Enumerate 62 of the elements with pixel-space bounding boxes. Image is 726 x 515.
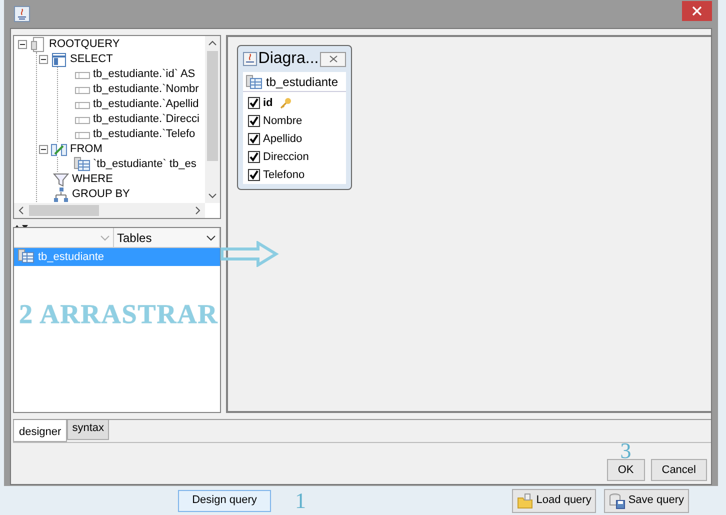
caret-icon: [100, 234, 110, 240]
minus-icon: [40, 56, 47, 63]
step-annotation: 3: [620, 443, 632, 458]
tab[interactable]: syntax: [67, 420, 109, 440]
tree-node[interactable]: SELECT: [70, 51, 113, 68]
column-name: Telefono: [263, 168, 305, 183]
table-icon: [18, 249, 34, 265]
column-name: Nombre: [263, 114, 302, 129]
save-query-button[interactable]: Save query: [604, 488, 689, 512]
table-name: tb_estudiante: [266, 74, 338, 90]
collapse-toggle[interactable]: [39, 55, 48, 64]
table-icon: [74, 156, 90, 172]
key-icon: [280, 97, 292, 109]
ok-button[interactable]: OK: [606, 459, 645, 481]
vertical-scrollbar[interactable]: [205, 36, 220, 203]
tree-node[interactable]: tb_estudiante.`Apellid: [93, 96, 199, 113]
column-name: Apellido: [263, 132, 302, 147]
tree-node[interactable]: tb_estudiante.`Direcci: [93, 111, 200, 128]
tree-node[interactable]: `tb_estudiante` tb_es: [93, 156, 196, 173]
column-name: Direccion: [263, 150, 309, 165]
minus-icon: [19, 41, 26, 48]
tables-dropdown[interactable]: Tables: [114, 228, 220, 247]
drag-annotation: 2 ARRASTRAR: [19, 298, 220, 331]
tree-node[interactable]: ROOTQUERY: [49, 36, 120, 53]
cancel-button[interactable]: Cancel: [650, 459, 707, 481]
arrow-annotation: [220, 241, 280, 267]
app-icon: [14, 6, 30, 22]
collapse-toggle[interactable]: [18, 40, 27, 49]
close-button[interactable]: [682, 1, 712, 21]
caret-icon: [206, 234, 216, 240]
minus-icon: [40, 146, 47, 153]
folder-icon: [517, 492, 534, 508]
tab[interactable]: designer: [13, 420, 68, 442]
checkbox[interactable]: [248, 97, 260, 109]
tree-node[interactable]: tb_estudiante.`Telefo: [93, 126, 196, 143]
tree-node[interactable]: GROUP BY: [72, 186, 130, 203]
table-icon: [246, 74, 262, 88]
list-icon: [51, 52, 67, 68]
horizontal-scrollbar[interactable]: [14, 203, 205, 218]
load-query-button[interactable]: Load query: [512, 488, 596, 512]
collapse-toggle[interactable]: [39, 145, 48, 154]
column-name: id: [263, 96, 273, 111]
close-icon: [328, 55, 338, 63]
join-icon: [51, 142, 67, 158]
checkbox[interactable]: [248, 151, 260, 163]
step-annotation: 1: [295, 493, 306, 508]
app-icon: [243, 52, 257, 66]
tree-node[interactable]: WHERE: [72, 171, 113, 188]
tree-node[interactable]: tb_estudiante.`id` AS: [93, 66, 196, 83]
disk-icon: [609, 492, 626, 508]
diagram-title: Diagra...: [258, 49, 319, 69]
close-button[interactable]: [320, 52, 346, 66]
checkbox[interactable]: [248, 133, 260, 145]
close-icon: [692, 6, 702, 16]
checkbox[interactable]: [248, 115, 260, 127]
tree-node[interactable]: FROM: [70, 141, 102, 158]
checkbox[interactable]: [248, 169, 260, 181]
design-query-button[interactable]: Design query: [178, 490, 271, 512]
group-icon: [53, 186, 69, 202]
tree-node[interactable]: tb_estudiante.`Nombr: [93, 81, 199, 98]
diagram-window[interactable]: Diagra... tb_estudiante id Nombre Apellido Direccion Telefono: [237, 45, 352, 190]
filter-icon: [53, 172, 69, 188]
